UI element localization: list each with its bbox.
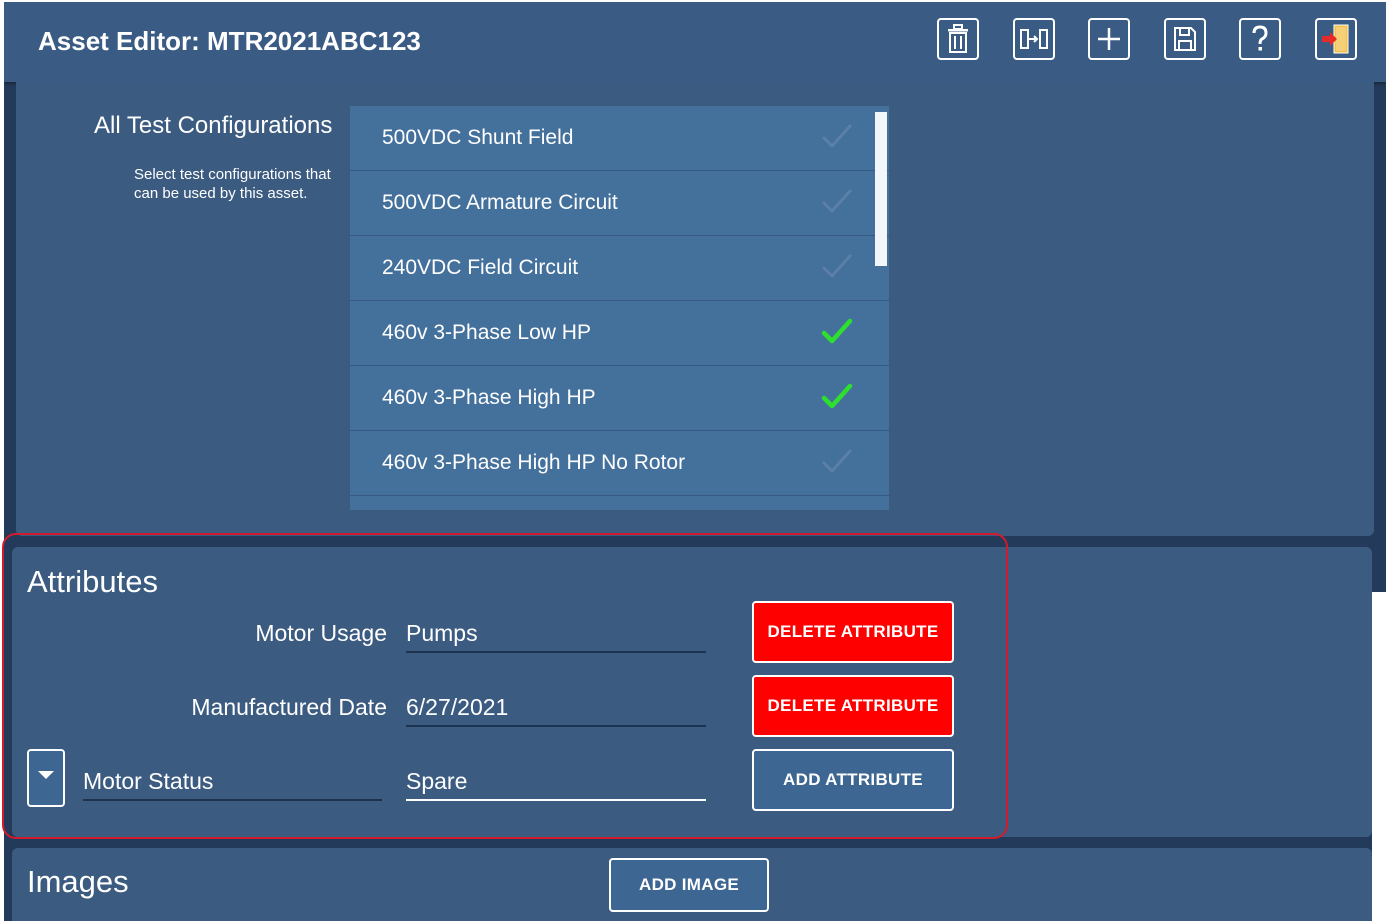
- configuration-name: 500VDC Armature Circuit: [382, 191, 618, 214]
- page-title: Asset Editor: MTR2021ABC123: [38, 26, 421, 56]
- list-item[interactable]: 500VDC Shunt Field: [350, 106, 889, 171]
- list-item[interactable]: 240VDC Field Circuit: [350, 236, 889, 301]
- list-scrollbar[interactable]: [875, 112, 887, 266]
- check-selected-icon[interactable]: [820, 317, 854, 347]
- attribute-value-field[interactable]: Spare: [406, 768, 706, 801]
- attribute-value-field[interactable]: Pumps: [406, 620, 706, 653]
- check-selected-icon[interactable]: [820, 382, 854, 412]
- exit-door-icon: [1322, 24, 1349, 54]
- plus-icon: [1098, 28, 1120, 50]
- asset-editor-window: Asset Editor: MTR2021ABC123 All Test Con…: [4, 2, 1386, 921]
- list-item[interactable]: 460v 3-Phase High HP: [350, 366, 889, 431]
- save-button[interactable]: [1164, 18, 1206, 60]
- check-icon[interactable]: [820, 187, 854, 217]
- delete-attribute-button[interactable]: DELETE ATTRIBUTE: [752, 601, 954, 663]
- help-icon: [1252, 25, 1268, 51]
- attribute-dropdown-button[interactable]: [27, 749, 65, 807]
- chevron-down-icon: [38, 771, 54, 779]
- page-scrollbar[interactable]: [1372, 592, 1386, 921]
- trash-icon: [948, 24, 968, 53]
- list-item[interactable]: 460v 3-Phase High HP No Rotor: [350, 431, 889, 496]
- header-bar: Asset Editor: MTR2021ABC123: [4, 2, 1386, 82]
- check-icon[interactable]: [820, 122, 854, 152]
- attribute-label: Manufactured Date: [191, 694, 387, 720]
- list-item[interactable]: 460v 3-Phase Low HP: [350, 301, 889, 366]
- help-button[interactable]: [1239, 18, 1281, 60]
- swap-icon: [1020, 29, 1048, 49]
- attribute-name-field[interactable]: Motor Status: [83, 768, 382, 801]
- save-icon: [1174, 27, 1196, 51]
- move-button[interactable]: [1013, 18, 1055, 60]
- attribute-value-field[interactable]: 6/27/2021: [406, 694, 706, 727]
- configuration-name: 460v 3-Phase Low HP: [382, 321, 591, 344]
- attribute-label: Motor Usage: [255, 620, 387, 646]
- configuration-name: 460v 3-Phase High HP: [382, 386, 596, 409]
- add-image-button[interactable]: ADD IMAGE: [609, 858, 769, 912]
- configuration-name: 460v 3-Phase High HP No Rotor: [382, 451, 686, 474]
- check-icon[interactable]: [820, 252, 854, 282]
- configuration-name: 240VDC Field Circuit: [382, 256, 579, 279]
- test-configurations-panel: All Test Configurations Select test conf…: [16, 82, 1374, 536]
- add-attribute-button[interactable]: ADD ATTRIBUTE: [752, 749, 954, 811]
- delete-button[interactable]: [937, 18, 979, 60]
- configuration-name: 500VDC Shunt Field: [382, 126, 574, 149]
- configurations-help-text: Select test configurations that can be u…: [134, 166, 331, 202]
- list-item[interactable]: 500VDC Armature Circuit: [350, 171, 889, 236]
- add-button[interactable]: [1088, 18, 1130, 60]
- attributes-title: Attributes: [27, 564, 158, 599]
- configurations-label: All Test Configurations: [94, 112, 333, 139]
- check-icon[interactable]: [820, 447, 854, 477]
- configurations-list[interactable]: 500VDC Shunt Field 500VDC Armature Circu…: [350, 106, 889, 510]
- delete-attribute-button[interactable]: DELETE ATTRIBUTE: [752, 675, 954, 737]
- images-title: Images: [27, 864, 129, 899]
- list-item-partial[interactable]: [350, 496, 889, 510]
- exit-button[interactable]: [1315, 18, 1357, 60]
